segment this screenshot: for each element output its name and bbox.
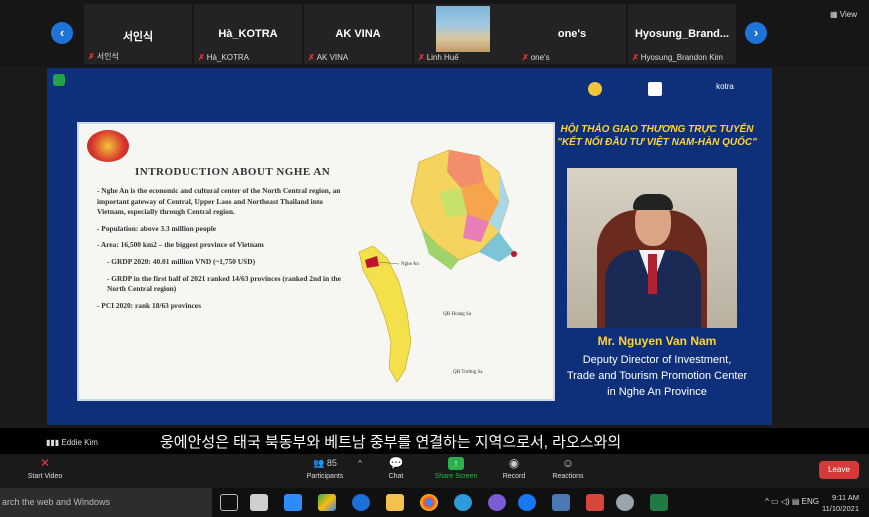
- prev-page-button[interactable]: ‹: [51, 22, 73, 44]
- caption-text: 웅에안성은 태국 북동부와 베트남 중부를 연결하는 지역으로서, 라오스와의: [160, 434, 622, 451]
- participant-video: [436, 6, 490, 52]
- participant-tile[interactable]: Hyosung_Brand... ✗ Hyosung_Brandon Kim: [628, 4, 736, 64]
- kotra-logo: kotra: [716, 82, 734, 91]
- province-map: [358, 149, 517, 383]
- speaker-name: Mr. Nguyen Van Nam: [597, 334, 717, 348]
- slide-title: INTRODUCTION ABOUT NGHE AN: [135, 166, 331, 178]
- participants-count: 85: [326, 458, 337, 468]
- participant-tile[interactable]: AK VINA ✗ AK VINA: [304, 4, 412, 64]
- drive-icon[interactable]: [318, 494, 336, 511]
- windows-taskbar: arch the web and Windows ^ ▭ ◁) ▤ ENG 9:…: [0, 488, 869, 517]
- participant-label: Hà_KOTRA: [206, 53, 249, 62]
- chevron-left-icon: ‹: [59, 25, 65, 40]
- muted-mic-icon: ✗: [632, 53, 639, 62]
- share-screen-button[interactable]: ↑ Share Screen: [428, 457, 484, 480]
- view-button[interactable]: ▦ View: [830, 10, 857, 19]
- presentation-slide: INTRODUCTION ABOUT NGHE AN - Nghe An is …: [77, 122, 555, 401]
- grid-icon: ▦: [830, 10, 840, 19]
- active-speaker-label: ▮▮▮ Eddie Kim: [46, 438, 98, 447]
- muted-mic-icon: ✗: [308, 53, 315, 62]
- slide-bullet: - PCI 2020: rank 18/63 provinces: [97, 300, 201, 310]
- smiley-icon: ☺: [561, 456, 575, 470]
- taskbar-clock[interactable]: 9:11 AM 11/10/2021: [822, 492, 859, 514]
- chevron-right-icon: ›: [753, 25, 759, 40]
- taskbar-search[interactable]: arch the web and Windows: [0, 488, 212, 517]
- participants-button[interactable]: 👥 85 Participants: [300, 457, 350, 480]
- viber-icon[interactable]: [488, 494, 506, 511]
- muted-mic-icon: ✗: [418, 53, 425, 62]
- participant-tile[interactable]: 서인식 ✗ 서인석: [84, 4, 192, 64]
- muted-mic-icon: ✗: [522, 53, 529, 62]
- share-arrow-icon: ↑: [448, 457, 464, 470]
- participants-menu-caret[interactable]: ^: [352, 457, 364, 473]
- participant-strip: ‹ 서인식 ✗ 서인석 Hà_KOTRA ✗ Hà_KOTRA AK VINA ✗ A…: [0, 0, 869, 66]
- moit-logo: [575, 82, 615, 98]
- people-icon: 👥: [313, 458, 325, 468]
- speaker-video: [567, 168, 737, 328]
- reactions-button[interactable]: ☺ Reactions: [546, 456, 590, 481]
- tool-icon[interactable]: [616, 494, 634, 511]
- start-video-button[interactable]: ✕ Start Video: [20, 456, 70, 481]
- slide-bullet: - Nghe An is the economic and cultural c…: [97, 186, 341, 217]
- participant-tile[interactable]: one's ✗ one's: [518, 4, 626, 64]
- participant-label: Linh Huế: [426, 53, 459, 62]
- participant-tile[interactable]: Hà_KOTRA ✗ Hà_KOTRA: [194, 4, 302, 64]
- zoom-icon[interactable]: [284, 494, 302, 511]
- notes-icon[interactable]: [552, 494, 570, 511]
- slide-bullet: - GRDP 2020: 40.01 million VND (~1,750 U…: [107, 256, 256, 266]
- participant-label: one's: [530, 53, 550, 62]
- speaker-role: Deputy Director of Investment, Trade and…: [566, 354, 748, 398]
- record-button[interactable]: ◉ Record: [494, 456, 534, 481]
- signal-icon: ▮▮▮: [46, 438, 62, 447]
- participant-name: Hyosung_Brand...: [634, 28, 730, 40]
- network-icon[interactable]: ▭: [771, 497, 781, 506]
- slide-bullet: - GRDP in the first half of 2021 ranked …: [107, 273, 341, 294]
- emblem-logo: [87, 130, 129, 162]
- map-label-nghe-an: Nghe An: [401, 262, 419, 267]
- participant-label: 서인석: [96, 52, 119, 61]
- shared-screen: INTRODUCTION ABOUT NGHE AN - Nghe An is …: [47, 68, 772, 425]
- slide-bullet: - Area: 16,500 km2 – the biggest provinc…: [97, 240, 264, 250]
- participant-name: 서인식: [122, 31, 154, 43]
- participant-label: Hyosung_Brandon Kim: [640, 53, 723, 62]
- video-off-icon: ✕: [39, 456, 51, 470]
- message-icon[interactable]: ▤: [792, 497, 802, 506]
- map-label-truong-sa: QĐ Trường Sa: [453, 370, 483, 375]
- chat-app-icon[interactable]: [454, 494, 472, 511]
- file-explorer-icon[interactable]: [386, 494, 404, 511]
- excel-icon[interactable]: [650, 494, 668, 511]
- next-page-button[interactable]: ›: [745, 22, 767, 44]
- map-label-hoang-sa: QĐ Hoàng Sa: [443, 312, 472, 317]
- shield-icon[interactable]: [53, 74, 65, 86]
- record-icon: ◉: [508, 456, 520, 470]
- chevron-up-icon: ^: [358, 459, 362, 468]
- muted-mic-icon: ✗: [198, 53, 205, 62]
- sponsor-logos: kotra: [575, 82, 765, 118]
- vietrade-logo: [635, 82, 675, 98]
- task-view-icon[interactable]: [220, 494, 238, 511]
- participant-name: AK VINA: [335, 28, 381, 40]
- participant-name: Hà_KOTRA: [218, 28, 278, 40]
- volume-icon[interactable]: ◁): [781, 497, 792, 506]
- slide-bullet: - Population: above 3.3 million people: [97, 223, 217, 233]
- zoom-window: ‹ 서인식 ✗ 서인석 Hà_KOTRA ✗ Hà_KOTRA AK VINA ✗ A…: [0, 0, 869, 517]
- meeting-toolbar: ✕ Start Video 👥 85 Participants ^ 💬 Chat…: [0, 454, 869, 488]
- pdf-icon[interactable]: [586, 494, 604, 511]
- edge-icon[interactable]: [352, 494, 370, 511]
- system-tray: ^ ▭ ◁) ▤ ENG: [765, 497, 819, 506]
- chrome-icon[interactable]: [420, 494, 438, 511]
- chat-button[interactable]: 💬 Chat: [378, 456, 414, 481]
- muted-mic-icon: ✗: [88, 52, 95, 61]
- slide-body: - Nghe An is the economic and cultural c…: [97, 186, 353, 317]
- chat-icon: 💬: [388, 456, 404, 470]
- leave-button[interactable]: Leave: [819, 461, 859, 479]
- event-title: HỘI THẢO GIAO THƯƠNG TRỰC TUYẾN "KẾT NỐI…: [557, 124, 757, 148]
- participant-label: AK VINA: [316, 53, 349, 62]
- participant-name: one's: [557, 28, 587, 40]
- participant-tile[interactable]: ✗ Linh Huế: [414, 4, 522, 64]
- store-icon[interactable]: [250, 494, 268, 511]
- messenger-icon[interactable]: [518, 494, 536, 511]
- language-indicator[interactable]: ENG: [802, 497, 819, 506]
- caption-bar: ▮▮▮ Eddie Kim 웅에안성은 태국 북동부와 베트남 중부를 연결하는…: [0, 428, 869, 454]
